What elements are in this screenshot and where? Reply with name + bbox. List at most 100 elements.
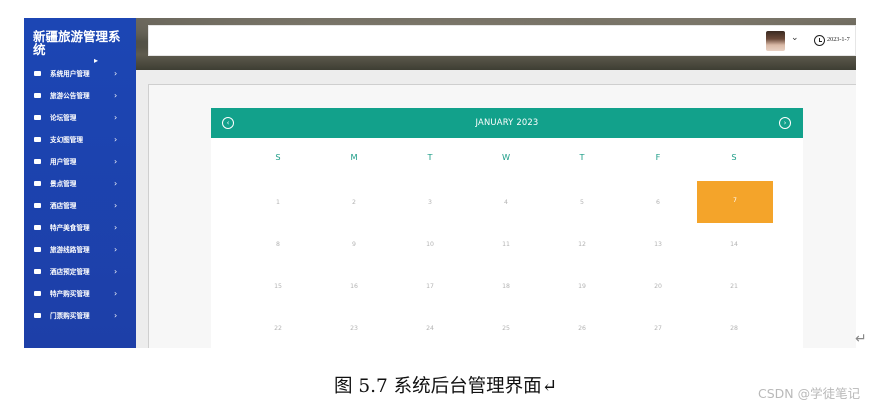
basket-icon bbox=[34, 290, 41, 296]
sidebar-item-label: 酒店管理 bbox=[50, 202, 77, 210]
paragraph-return-mark: ↵ bbox=[855, 331, 867, 347]
calendar-day[interactable]: 20 bbox=[643, 283, 673, 290]
grid-icon bbox=[34, 268, 41, 274]
card-icon bbox=[34, 158, 41, 164]
watermark: CSDN @学徒笔记 bbox=[758, 386, 861, 401]
sidebar-item-label: 门票购买管理 bbox=[50, 312, 90, 320]
calendar-month-title: JANUARY 2023 bbox=[475, 117, 539, 127]
sidebar-item-ticket-purchases[interactable]: 门票购买管理 › bbox=[24, 304, 136, 326]
weekday-label: S bbox=[731, 152, 737, 162]
calendar-day[interactable]: 18 bbox=[491, 283, 521, 290]
sidebar-item-carousel[interactable]: 支幻图管理 › bbox=[24, 128, 136, 150]
calendar-today-cell[interactable]: 7 bbox=[697, 181, 773, 223]
next-month-button[interactable]: › bbox=[779, 117, 791, 129]
sidebar-item-attractions[interactable]: 景点管理 › bbox=[24, 172, 136, 194]
calendar-day[interactable]: 4 bbox=[491, 199, 521, 206]
sidebar-item-label: 景点管理 bbox=[50, 180, 77, 188]
speaker-icon bbox=[34, 92, 41, 98]
sidebar-item-label: 支幻图管理 bbox=[50, 136, 83, 144]
calendar-day[interactable]: 10 bbox=[415, 241, 445, 248]
calendar-day[interactable]: 21 bbox=[719, 283, 749, 290]
calendar-day[interactable]: 28 bbox=[719, 325, 749, 332]
sidebar-item-local-food[interactable]: 特产美食管理 › bbox=[24, 216, 136, 238]
calendar-day[interactable]: 17 bbox=[415, 283, 445, 290]
sidebar-item-label: 系统用户管理 bbox=[50, 70, 90, 78]
chevron-down-icon[interactable]: ⌄ bbox=[791, 33, 799, 43]
chevron-right-icon: › bbox=[114, 222, 118, 232]
chevron-right-icon: › bbox=[114, 112, 118, 122]
weekday-header-row: SMTWTFS bbox=[211, 152, 803, 166]
building-icon bbox=[34, 202, 41, 208]
chevron-right-icon: › bbox=[114, 244, 118, 254]
chevron-right-icon: › bbox=[114, 288, 118, 298]
calendar-day[interactable]: 1 bbox=[263, 199, 293, 206]
sidebar-item-tour-routes[interactable]: 旅游线路管理 › bbox=[24, 238, 136, 260]
calendar-day[interactable]: 16 bbox=[339, 283, 369, 290]
sidebar-item-hotel-bookings[interactable]: 酒店预定管理 › bbox=[24, 260, 136, 282]
calendar-day[interactable]: 3 bbox=[415, 199, 445, 206]
list-icon bbox=[34, 224, 41, 230]
user-avatar[interactable] bbox=[766, 31, 785, 51]
sidebar-item-hotels[interactable]: 酒店管理 › bbox=[24, 194, 136, 216]
calendar-day[interactable]: 26 bbox=[567, 325, 597, 332]
sidebar-item-tour-notices[interactable]: 旅游公告管理 › bbox=[24, 84, 136, 106]
admin-screenshot: 新疆旅游管理系统 ▸ 系统用户管理 › 旅游公告管理 › 论坛管理 › 支幻图管… bbox=[24, 18, 856, 348]
chevron-right-icon: › bbox=[114, 310, 118, 320]
sidebar-item-label: 旅游线路管理 bbox=[50, 246, 90, 254]
camera-icon bbox=[34, 180, 41, 186]
sidebar-menu: 系统用户管理 › 旅游公告管理 › 论坛管理 › 支幻图管理 › 用户管理 › … bbox=[24, 62, 136, 326]
calendar-day[interactable]: 5 bbox=[567, 199, 597, 206]
figure-caption: 图 5.7 系统后台管理界面↵ bbox=[334, 376, 558, 397]
calendar-header: ‹ JANUARY 2023 › bbox=[211, 108, 803, 138]
chat-icon bbox=[34, 114, 41, 120]
sidebar: 新疆旅游管理系统 ▸ 系统用户管理 › 旅游公告管理 › 论坛管理 › 支幻图管… bbox=[24, 18, 136, 348]
weekday-label: M bbox=[350, 152, 358, 162]
sidebar-item-food-purchases[interactable]: 特产购买管理 › bbox=[24, 282, 136, 304]
sidebar-item-label: 酒店预定管理 bbox=[50, 268, 90, 276]
sidebar-item-label: 旅游公告管理 bbox=[50, 92, 90, 100]
camera-icon bbox=[34, 136, 41, 142]
calendar-day[interactable]: 11 bbox=[491, 241, 521, 248]
weekday-label: T bbox=[579, 152, 585, 162]
monitor-icon bbox=[34, 70, 41, 76]
calendar-day[interactable]: 14 bbox=[719, 241, 749, 248]
calendar-day[interactable]: 12 bbox=[567, 241, 597, 248]
calendar-day[interactable]: 15 bbox=[263, 283, 293, 290]
sidebar-item-users[interactable]: 用户管理 › bbox=[24, 150, 136, 172]
calendar-day[interactable]: 25 bbox=[491, 325, 521, 332]
calendar-day[interactable]: 8 bbox=[263, 241, 293, 248]
clock-icon bbox=[814, 35, 825, 46]
weekday-label: T bbox=[427, 152, 433, 162]
calendar-day[interactable]: 22 bbox=[263, 325, 293, 332]
chevron-right-icon: › bbox=[114, 90, 118, 100]
route-icon bbox=[34, 246, 41, 252]
system-title: 新疆旅游管理系统 bbox=[33, 29, 121, 57]
calendar-day[interactable]: 19 bbox=[567, 283, 597, 290]
sidebar-item-label: 特产购买管理 bbox=[50, 290, 90, 298]
sidebar-item-system-users[interactable]: 系统用户管理 › bbox=[24, 62, 136, 84]
current-date: 2023-1-7 bbox=[827, 36, 850, 43]
sidebar-item-forum[interactable]: 论坛管理 › bbox=[24, 106, 136, 128]
calendar: ‹ JANUARY 2023 › SMTWTFS 7 1 2 3 4 5 6 8 9 10 11 1… bbox=[211, 108, 803, 348]
calendar-day[interactable]: 2 bbox=[339, 199, 369, 206]
sidebar-item-label: 论坛管理 bbox=[50, 114, 77, 122]
chevron-right-icon: › bbox=[114, 266, 118, 276]
calendar-day[interactable]: 23 bbox=[339, 325, 369, 332]
ticket-icon bbox=[34, 312, 41, 318]
calendar-today-number: 7 bbox=[733, 197, 737, 204]
top-bar: ⌄ 2023-1-7 bbox=[148, 25, 856, 56]
weekday-label: S bbox=[275, 152, 281, 162]
weekday-label: W bbox=[501, 152, 511, 162]
calendar-day[interactable]: 27 bbox=[643, 325, 673, 332]
calendar-day[interactable]: 13 bbox=[643, 241, 673, 248]
chevron-right-icon: › bbox=[114, 200, 118, 210]
weekday-label: F bbox=[655, 152, 661, 162]
sidebar-item-label: 用户管理 bbox=[50, 158, 77, 166]
sidebar-item-label: 特产美食管理 bbox=[50, 224, 90, 232]
calendar-day[interactable]: 9 bbox=[339, 241, 369, 248]
calendar-day[interactable]: 6 bbox=[643, 199, 673, 206]
calendar-day[interactable]: 24 bbox=[415, 325, 445, 332]
chevron-right-icon: › bbox=[114, 134, 118, 144]
chevron-right-icon: › bbox=[114, 68, 118, 78]
chevron-right-icon: › bbox=[114, 156, 118, 166]
